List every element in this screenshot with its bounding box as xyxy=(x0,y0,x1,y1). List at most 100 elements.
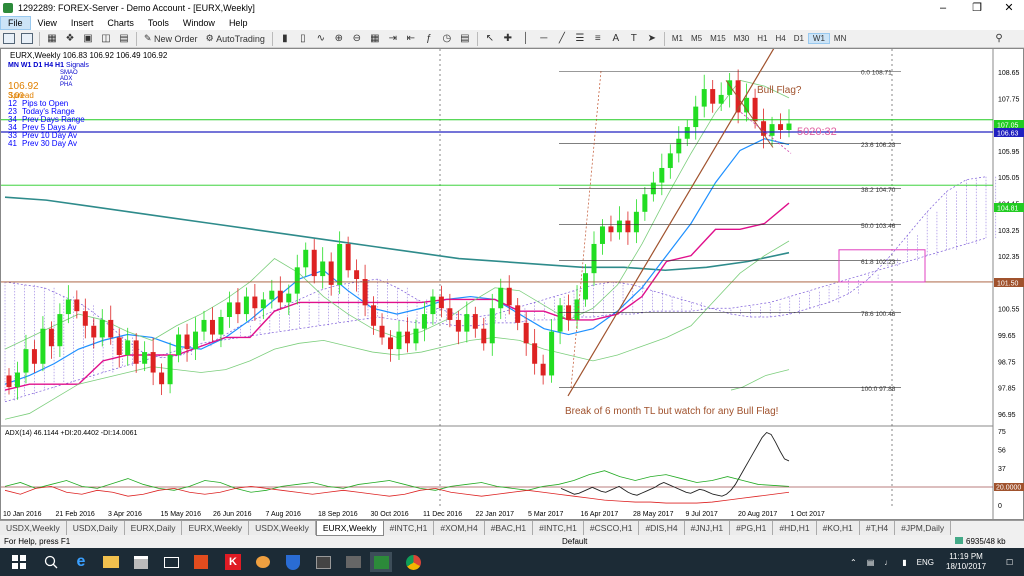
horizontal-line-icon[interactable]: ─ xyxy=(537,32,551,46)
search-icon[interactable]: ⚲ xyxy=(992,32,1006,46)
search-taskbar-icon[interactable] xyxy=(40,552,62,572)
adx-tag-label: 20.0000 xyxy=(996,485,1021,492)
auto-scroll-icon[interactable]: ⇥ xyxy=(386,32,400,46)
minimize-button[interactable]: – xyxy=(928,0,958,16)
zoom-out-icon[interactable]: ⊖ xyxy=(350,32,364,46)
chart-tab[interactable]: #PG,H1 xyxy=(730,521,774,535)
menu-charts[interactable]: Charts xyxy=(100,16,141,30)
app-icon-print[interactable] xyxy=(342,552,364,572)
candle xyxy=(226,302,232,318)
tf-h1[interactable]: H1 xyxy=(753,34,771,43)
new-chart-icon[interactable] xyxy=(2,32,16,46)
data-window-icon[interactable]: ❖ xyxy=(63,32,77,46)
kaspersky-icon[interactable]: K xyxy=(222,552,244,572)
templates-icon[interactable]: ▤ xyxy=(458,32,472,46)
mail-icon[interactable] xyxy=(160,552,182,572)
line-chart-icon[interactable]: ∿ xyxy=(314,32,328,46)
vertical-line-icon[interactable]: │ xyxy=(519,32,533,46)
battery-icon[interactable]: ▮ xyxy=(902,558,906,567)
chart-tab[interactable]: USDX,Weekly xyxy=(0,521,67,535)
windows-start-icon[interactable] xyxy=(8,552,30,572)
volume-icon[interactable]: ♩ xyxy=(884,558,892,567)
trendline-icon[interactable]: ╱ xyxy=(555,32,569,46)
maximize-button[interactable]: ❐ xyxy=(962,0,992,16)
chart-tab[interactable]: #KO,H1 xyxy=(816,521,860,535)
menu-window[interactable]: Window xyxy=(176,16,222,30)
market-watch-icon[interactable]: ▦ xyxy=(45,32,59,46)
label-icon[interactable]: T xyxy=(627,32,641,46)
mt4-taskbar-icon[interactable] xyxy=(370,552,392,572)
autotrading-button[interactable]: ⚙ AutoTrading xyxy=(204,32,267,46)
chart-tab[interactable]: USDX,Daily xyxy=(66,521,125,535)
tf-mn[interactable]: MN xyxy=(830,34,850,43)
candle xyxy=(286,293,292,303)
profiles-icon[interactable] xyxy=(20,32,34,46)
fibonacci-icon[interactable]: ≡ xyxy=(591,32,605,46)
tf-m15[interactable]: M15 xyxy=(706,34,730,43)
chart-tab[interactable]: EURX,Weekly xyxy=(182,521,250,535)
tray-up-icon[interactable]: ⌃ xyxy=(850,558,857,567)
tf-d1[interactable]: D1 xyxy=(790,34,808,43)
chrome-icon[interactable] xyxy=(402,552,424,572)
candle xyxy=(193,331,199,350)
chart-tab[interactable]: #INTC,H1 xyxy=(533,521,584,535)
indicators-icon[interactable]: ƒ xyxy=(422,32,436,46)
tf-h4[interactable]: H4 xyxy=(771,34,789,43)
shield-icon[interactable] xyxy=(282,552,304,572)
new-order-button[interactable]: ✎ New Order xyxy=(142,32,200,46)
arrows-icon[interactable]: ➤ xyxy=(645,32,659,46)
channel-icon[interactable]: ☰ xyxy=(573,32,587,46)
period-icon[interactable]: ◷ xyxy=(440,32,454,46)
chart-tab[interactable]: #INTC,H1 xyxy=(383,521,435,535)
chart-tab[interactable]: USDX,Weekly xyxy=(249,521,316,535)
chart-tab[interactable]: #BAC,H1 xyxy=(484,521,534,535)
language-indicator[interactable]: ENG xyxy=(917,558,934,567)
bar-chart-icon[interactable]: ▮ xyxy=(278,32,292,46)
chart-tab[interactable]: #DIS,H4 xyxy=(639,521,685,535)
chart-tab[interactable]: #JNJ,H1 xyxy=(684,521,731,535)
candle-chart-icon[interactable]: ▯ xyxy=(296,32,310,46)
clock[interactable]: 11:19 PM 18/10/2017 xyxy=(946,548,986,576)
network-icon[interactable]: ▤ xyxy=(867,558,875,567)
tile-windows-icon[interactable]: ▦ xyxy=(368,32,382,46)
projection-line xyxy=(740,112,792,154)
menu-file[interactable]: File xyxy=(0,16,31,30)
menu-insert[interactable]: Insert xyxy=(64,16,101,30)
chart-tab[interactable]: #CSCO,H1 xyxy=(583,521,640,535)
app-icon-dark[interactable] xyxy=(312,552,334,572)
tf-m5[interactable]: M5 xyxy=(687,34,706,43)
cursor-icon[interactable]: ↖ xyxy=(483,32,497,46)
chart-shift-icon[interactable]: ⇤ xyxy=(404,32,418,46)
menu-view[interactable]: View xyxy=(31,16,64,30)
chart-tab[interactable]: #XOM,H4 xyxy=(434,521,485,535)
paint-icon[interactable] xyxy=(252,552,274,572)
date-tick: 30 Oct 2016 xyxy=(371,511,409,518)
menu-help[interactable]: Help xyxy=(222,16,255,30)
tf-w1[interactable]: W1 xyxy=(807,33,830,44)
chart-window[interactable]: 0.0 108.71 23.6 106.23 38.2 104.70 50.0 103… xyxy=(0,48,1024,521)
edge-icon[interactable]: e xyxy=(70,552,92,572)
chart-tab[interactable]: EURX,Weekly xyxy=(315,521,384,536)
notifications-icon[interactable]: ☐ xyxy=(1006,548,1013,576)
chart-tab[interactable]: #HD,H1 xyxy=(773,521,817,535)
store-icon[interactable] xyxy=(130,552,152,572)
office-icon[interactable] xyxy=(190,552,212,572)
navigator-icon[interactable]: ▣ xyxy=(81,32,95,46)
candle xyxy=(599,226,605,244)
chart-tab[interactable]: #JPM,Daily xyxy=(895,521,952,535)
terminal-icon[interactable]: ◫ xyxy=(99,32,113,46)
tf-m30[interactable]: M30 xyxy=(730,34,754,43)
chart-tab[interactable]: EURX,Daily xyxy=(124,521,183,535)
text-icon[interactable]: A xyxy=(609,32,623,46)
crosshair-icon[interactable]: ✚ xyxy=(501,32,515,46)
price-chart[interactable]: 0.0 108.71 23.6 106.23 38.2 104.70 50.0 103… xyxy=(1,49,1024,521)
chart-tab[interactable]: #T,H4 xyxy=(859,521,896,535)
zoom-in-icon[interactable]: ⊕ xyxy=(332,32,346,46)
candle xyxy=(201,319,207,332)
close-button[interactable]: ✕ xyxy=(994,0,1024,16)
candle xyxy=(74,299,80,312)
tester-icon[interactable]: ▤ xyxy=(117,32,131,46)
menu-tools[interactable]: Tools xyxy=(141,16,176,30)
file-explorer-icon[interactable] xyxy=(100,552,122,572)
tf-m1[interactable]: M1 xyxy=(668,34,687,43)
